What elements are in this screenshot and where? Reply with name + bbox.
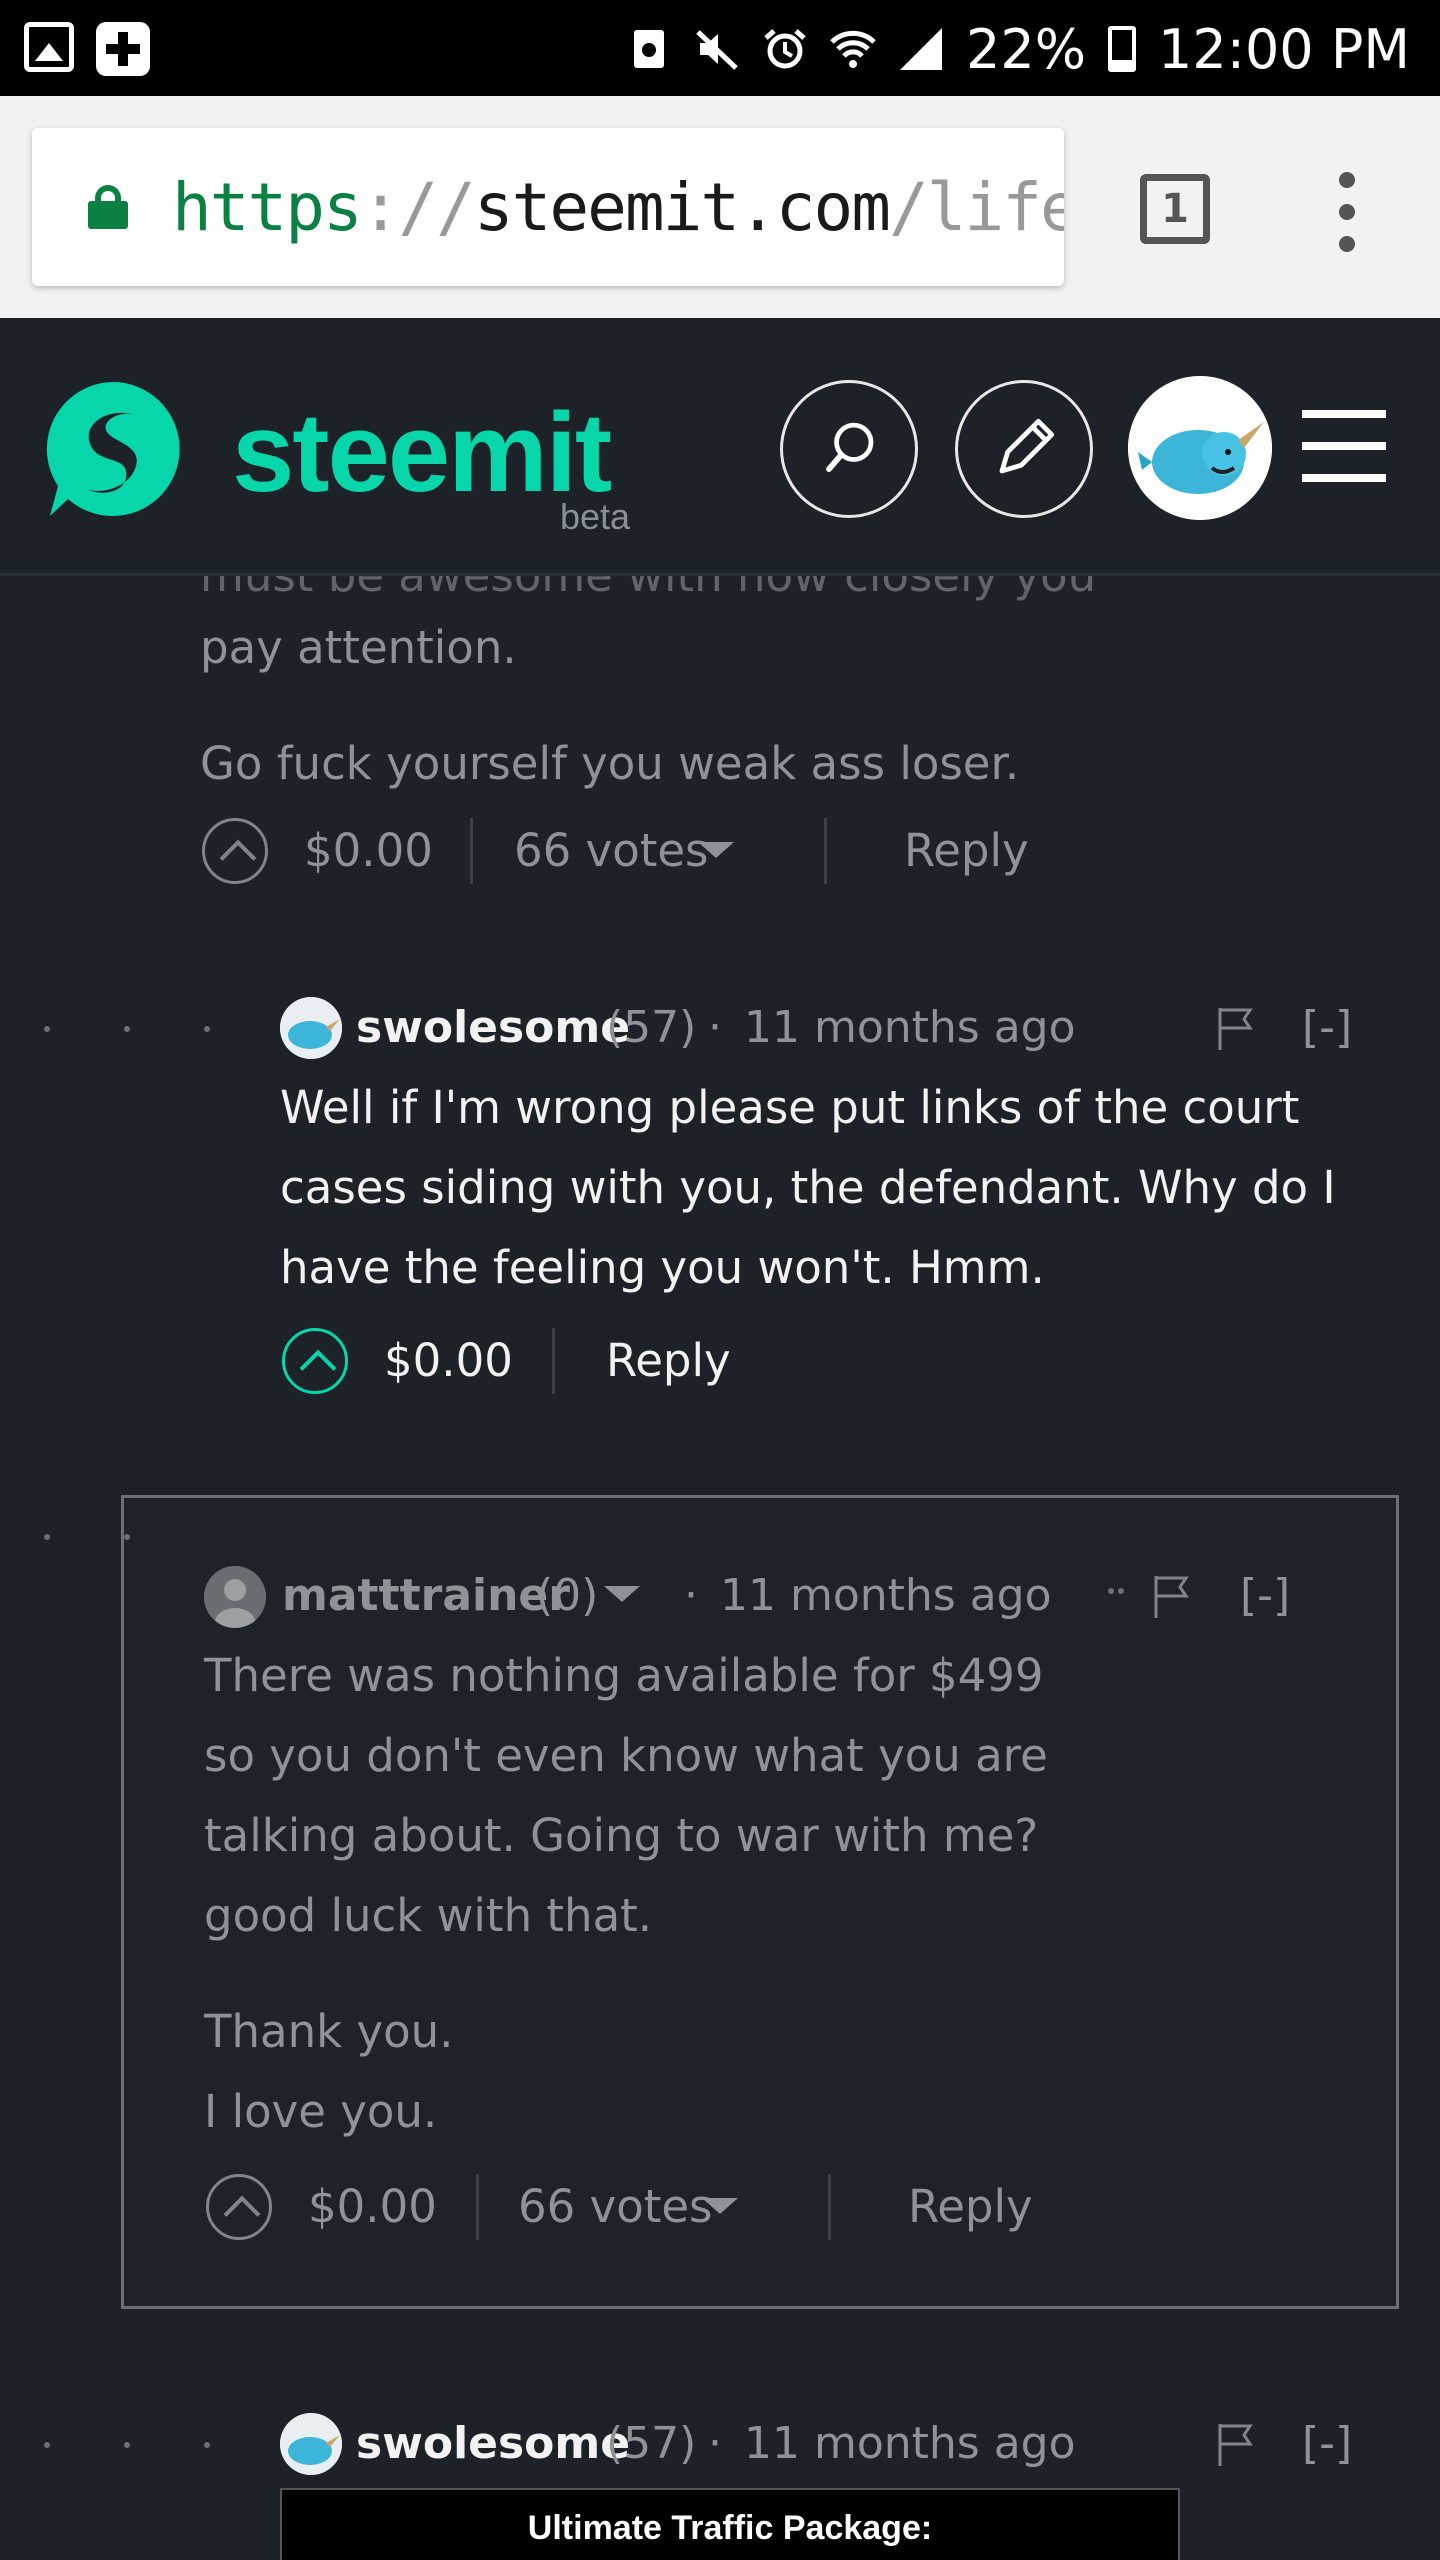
user-avatar[interactable] [1128, 376, 1272, 520]
author-reputation: (57) [606, 2418, 697, 2469]
more-dot [1118, 1588, 1124, 1594]
comment-text-line: cases siding with you, the defendant. Wh… [280, 1161, 1336, 1214]
comment-timestamp[interactable]: 11 months ago [744, 2404, 1076, 2484]
divider [476, 2174, 479, 2240]
user-photo-icon [204, 1566, 266, 1628]
menu-icon[interactable] [1302, 410, 1386, 482]
comment-text-line: Thank you. [204, 2005, 454, 2058]
comment-text-line: There was nothing available for $499 [204, 1649, 1044, 1702]
narwhal-avatar-icon [1128, 376, 1272, 520]
payout-amount[interactable]: $0.00 [304, 811, 433, 891]
reply-link[interactable]: Reply [908, 2167, 1033, 2247]
comment-text-line: so you don't even know what you are [204, 1729, 1048, 1782]
reply-link[interactable]: Reply [606, 1321, 731, 1401]
collapse-toggle[interactable]: [-] [1302, 2404, 1352, 2484]
comment-author[interactable]: matttrainer [282, 1556, 570, 1636]
divider [824, 818, 827, 884]
payout-amount[interactable]: $0.00 [384, 1321, 513, 1401]
upvote-icon[interactable] [206, 2174, 272, 2240]
comment-text-line: good luck with that. [204, 1889, 653, 1942]
comment-text-line: Go fuck yourself you weak ass loser. [200, 737, 1020, 790]
comment-author[interactable]: swolesome [356, 988, 630, 1068]
alarm-icon [764, 29, 806, 69]
avatar[interactable] [204, 1566, 266, 1628]
thread-depth-dot [124, 1026, 130, 1032]
thread-depth-dot [124, 2442, 130, 2448]
meta-separator: · [684, 1570, 698, 1621]
payout-amount[interactable]: $0.00 [308, 2167, 437, 2247]
health-plus-icon [96, 22, 150, 76]
comment-text-line: talking about. Going to war with me? [204, 1809, 1039, 1862]
battery-percent: 22% [966, 17, 1087, 81]
divider [828, 2174, 831, 2240]
search-icon [826, 422, 874, 472]
divider [552, 1328, 555, 1394]
narwhal-avatar-icon [280, 997, 342, 1059]
comment-timestamp[interactable]: 11 months ago [744, 988, 1076, 1068]
site-header: steemit beta [0, 318, 1440, 576]
signal-icon [900, 28, 943, 70]
comment-thread: must be awesome with how closely you pay… [0, 576, 1440, 2560]
thread-depth-dot [44, 1026, 50, 1032]
embedded-image-banner[interactable]: Ultimate Traffic Package: [280, 2488, 1180, 2560]
upvote-icon[interactable] [202, 818, 268, 884]
tabs-icon[interactable]: 1 [1140, 174, 1210, 244]
comment-text-line: Well if I'm wrong please put links of th… [280, 1081, 1300, 1134]
meta-separator: · [708, 1002, 722, 1053]
caret-down-icon[interactable] [698, 842, 734, 858]
thread-depth-dot [124, 1534, 130, 1540]
comment-text-line: I love you. [204, 2085, 438, 2138]
thread-depth-dot [44, 1534, 50, 1540]
collapse-toggle[interactable]: [-] [1240, 1556, 1290, 1636]
flag-icon[interactable] [1216, 1006, 1256, 1050]
status-bar: 22% 12:00 PM [0, 0, 1440, 96]
narwhal-avatar-icon [280, 2413, 342, 2475]
author-reputation: (57) [606, 1002, 697, 1053]
caret-down-icon[interactable] [702, 2198, 738, 2214]
divider [470, 818, 473, 884]
comment-text-line: have the feeling you won't. Hmm. [280, 1241, 1045, 1294]
browser-toolbar: https://steemit.com/life, 1 [0, 96, 1440, 318]
comment-text-line: pay attention. [200, 621, 517, 674]
thread-depth-dot [204, 2442, 210, 2448]
more-vert-icon[interactable] [1332, 172, 1362, 252]
author-reputation: (0) [536, 1570, 599, 1621]
votes-count[interactable]: 66 votes [518, 2167, 713, 2247]
clock: 12:00 PM [1158, 17, 1410, 81]
steemit-logo[interactable] [38, 374, 188, 524]
battery-icon [1108, 26, 1137, 72]
meta-separator: · [708, 2418, 722, 2469]
comment-timestamp[interactable]: 11 months ago [720, 1556, 1052, 1636]
mute-icon [696, 30, 738, 70]
caret-down-icon[interactable] [604, 1586, 640, 1602]
avatar[interactable] [280, 2413, 342, 2475]
thread-depth-dot [44, 2442, 50, 2448]
reply-link[interactable]: Reply [904, 811, 1029, 891]
gallery-icon [24, 22, 74, 72]
upvote-icon[interactable] [282, 1328, 348, 1394]
steemit-wordmark[interactable]: steemit [232, 388, 612, 517]
collapse-toggle[interactable]: [-] [1302, 988, 1352, 1068]
url-bar[interactable]: https://steemit.com/life, [32, 128, 1064, 286]
comment-author[interactable]: swolesome [356, 2404, 630, 2484]
thread-depth-dot [204, 1026, 210, 1032]
storage-icon [634, 30, 665, 68]
flag-icon[interactable] [1152, 1574, 1192, 1618]
avatar[interactable] [280, 997, 342, 1059]
lock-icon [88, 185, 128, 229]
pencil-icon [999, 418, 1055, 474]
url-text[interactable]: https://steemit.com/life, [172, 169, 1064, 246]
search-button[interactable] [780, 380, 918, 518]
votes-count[interactable]: 66 votes [514, 811, 709, 891]
write-post-button[interactable] [955, 380, 1093, 518]
more-dot [1108, 1588, 1114, 1594]
beta-label: beta [560, 496, 631, 537]
flag-icon[interactable] [1216, 2422, 1256, 2466]
wifi-icon [830, 30, 876, 68]
